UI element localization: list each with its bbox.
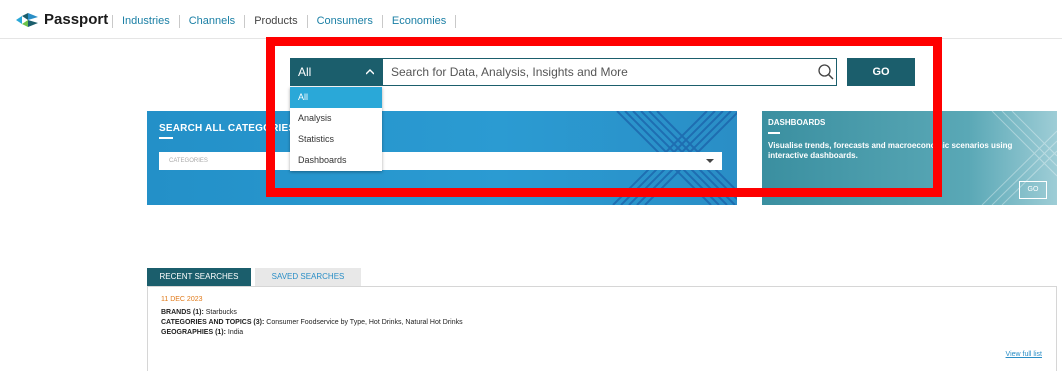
dropdown-option-all[interactable]: All <box>290 87 382 108</box>
dashboards-description: Visualise trends, forecasts and macroeco… <box>768 141 1013 160</box>
categories-select-placeholder: CATEGORIES <box>169 158 208 164</box>
dropdown-option-statistics[interactable]: Statistics <box>290 129 382 150</box>
dropdown-option-dashboards[interactable]: Dashboards <box>290 150 382 171</box>
search-date: 11 DEC 2023 <box>161 296 203 303</box>
recent-searches-panel: 11 DEC 2023 BRANDS (1): Starbucks CATEGO… <box>147 286 1057 371</box>
geographies-label: GEOGRAPHIES (1): <box>161 329 226 336</box>
categories-title: SEARCH ALL CATEGORIES <box>159 123 296 134</box>
search-categories-banner: SEARCH ALL CATEGORIES CATEGORIES <box>147 111 737 205</box>
brands-value: Starbucks <box>205 309 237 316</box>
dashboards-title: DASHBOARDS <box>768 118 826 127</box>
brands-line[interactable]: BRANDS (1): Starbucks <box>161 309 237 316</box>
top-navigation: Passport Industries Channels Products Co… <box>0 0 1062 39</box>
app-name: Passport <box>44 11 109 28</box>
search-input[interactable] <box>382 58 837 86</box>
dropdown-option-analysis[interactable]: Analysis <box>290 108 382 129</box>
nav-consumers[interactable]: Consumers <box>306 15 382 28</box>
search-bar: All GO <box>290 58 915 86</box>
search-type-value: All <box>298 65 312 79</box>
passport-logo-icon <box>16 12 38 27</box>
passport-logo[interactable]: Passport <box>16 11 108 28</box>
search-icon[interactable] <box>818 64 834 80</box>
chevron-up-icon <box>366 69 374 75</box>
search-go-button[interactable]: GO <box>847 58 915 86</box>
view-full-list-link[interactable]: View full list <box>1006 351 1042 358</box>
dashboards-banner: DASHBOARDS Visualise trends, forecasts a… <box>762 111 1057 205</box>
brands-label: BRANDS (1): <box>161 309 204 316</box>
search-type-select[interactable]: All <box>290 58 382 86</box>
tab-recent-searches[interactable]: RECENT SEARCHES <box>147 268 251 286</box>
geographies-value: India <box>227 329 244 336</box>
categories-select[interactable]: CATEGORIES <box>159 152 722 170</box>
dashboards-go-button[interactable]: GO <box>1019 181 1047 199</box>
tab-saved-searches[interactable]: SAVED SEARCHES <box>255 268 361 286</box>
nav-economies[interactable]: Economies <box>381 15 457 28</box>
nav-industries[interactable]: Industries <box>112 15 179 28</box>
title-underline <box>159 137 173 139</box>
title-underline <box>768 132 780 134</box>
main-nav: Industries Channels Products Consumers E… <box>112 15 457 28</box>
geographies-line[interactable]: GEOGRAPHIES (1): India <box>161 329 243 336</box>
categories-line[interactable]: CATEGORIES AND TOPICS (3): Consumer Food… <box>161 319 463 326</box>
nav-products[interactable]: Products <box>244 15 306 28</box>
categories-label: CATEGORIES AND TOPICS (3): <box>161 319 265 326</box>
search-type-dropdown: All Analysis Statistics Dashboards <box>290 87 382 171</box>
nav-channels[interactable]: Channels <box>178 15 244 28</box>
categories-value: Consumer Foodservice by Type, Hot Drinks… <box>266 319 463 326</box>
caret-down-icon <box>706 159 714 163</box>
